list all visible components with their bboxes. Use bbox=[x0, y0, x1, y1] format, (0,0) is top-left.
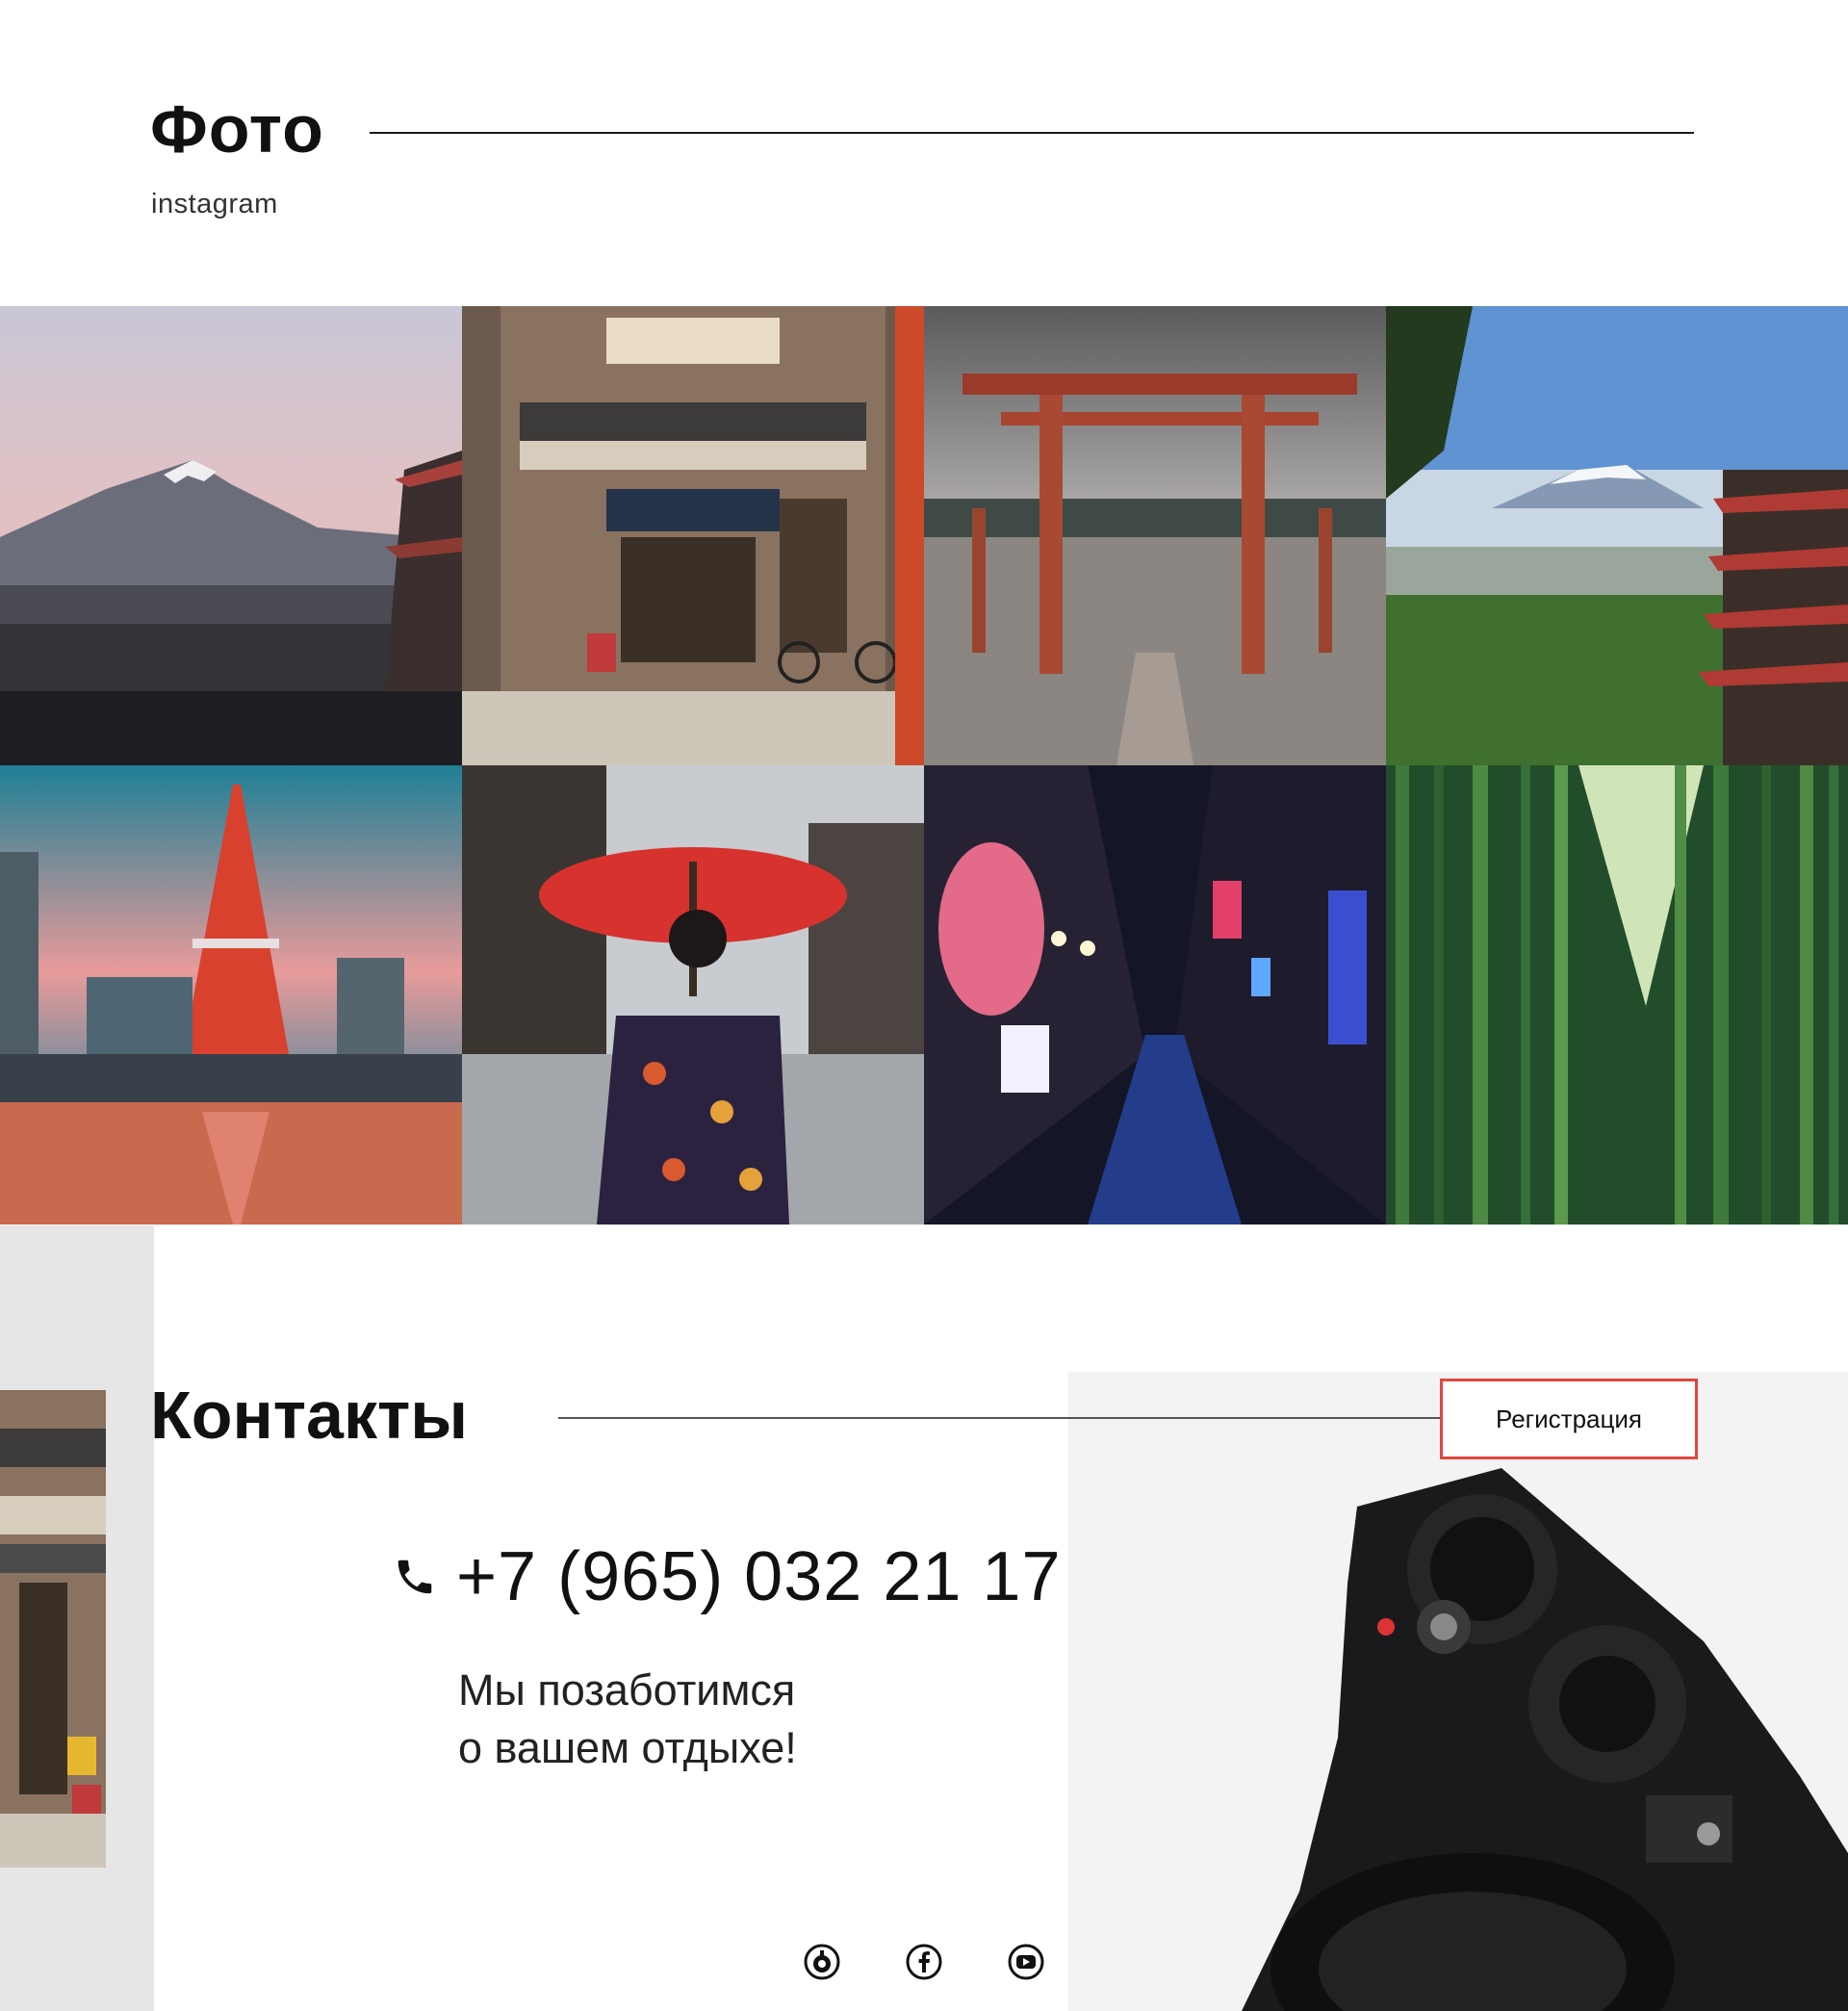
tagline-line-1: Мы позаботимся bbox=[458, 1665, 796, 1715]
tagline: Мы позаботимся о вашем отдыхе! bbox=[458, 1662, 797, 1777]
shop-front-image bbox=[462, 306, 924, 765]
gallery-photo-shop-front[interactable] bbox=[462, 306, 924, 765]
gallery-photo-bamboo-forest[interactable] bbox=[1386, 765, 1848, 1225]
tagline-line-2: о вашем отдыхе! bbox=[458, 1723, 797, 1772]
gallery-photo-tokyo-tower[interactable] bbox=[0, 765, 462, 1225]
tokyo-tower-image bbox=[0, 765, 462, 1225]
contacts-title: Контакты bbox=[150, 1378, 469, 1453]
gallery-photo-neon-alley[interactable] bbox=[924, 765, 1386, 1225]
facebook-link[interactable] bbox=[905, 1943, 943, 1981]
fuji-pagoda-image bbox=[1386, 306, 1848, 765]
shop-thumbnail-image bbox=[0, 1390, 106, 1868]
photo-section-subtitle[interactable]: instagram bbox=[151, 189, 278, 220]
camera-image bbox=[1068, 1372, 1848, 2011]
camera-photo bbox=[1068, 1372, 1848, 2011]
gallery-photo-fuji-pagoda[interactable] bbox=[1386, 306, 1848, 765]
phone-icon bbox=[398, 1560, 432, 1594]
side-shop-thumbnail bbox=[0, 1390, 106, 1868]
photo-gallery bbox=[0, 306, 1848, 1225]
bamboo-forest-image bbox=[1386, 765, 1848, 1225]
vk-icon bbox=[804, 1944, 840, 1980]
phone-row: +7 (965) 032 21 17 bbox=[393, 1535, 1062, 1618]
youtube-icon bbox=[1008, 1944, 1044, 1980]
facebook-icon bbox=[906, 1944, 942, 1980]
contacts-divider bbox=[558, 1417, 1440, 1419]
geisha-umbrella-image bbox=[462, 765, 924, 1225]
gallery-photo-fuji-dusk[interactable] bbox=[0, 306, 462, 765]
neon-alley-image bbox=[924, 765, 1386, 1225]
fuji-dusk-image bbox=[0, 306, 462, 765]
torii-gate-image bbox=[924, 306, 1386, 765]
vk-link[interactable] bbox=[803, 1943, 841, 1981]
title-divider bbox=[370, 132, 1694, 134]
phone-number[interactable]: +7 (965) 032 21 17 bbox=[456, 1535, 1062, 1618]
gallery-photo-torii-gate[interactable] bbox=[924, 306, 1386, 765]
register-button[interactable]: Регистрация bbox=[1440, 1379, 1698, 1459]
gallery-photo-geisha-umbrella[interactable] bbox=[462, 765, 924, 1225]
youtube-link[interactable] bbox=[1007, 1943, 1045, 1981]
photo-section-title: Фото bbox=[150, 91, 324, 167]
